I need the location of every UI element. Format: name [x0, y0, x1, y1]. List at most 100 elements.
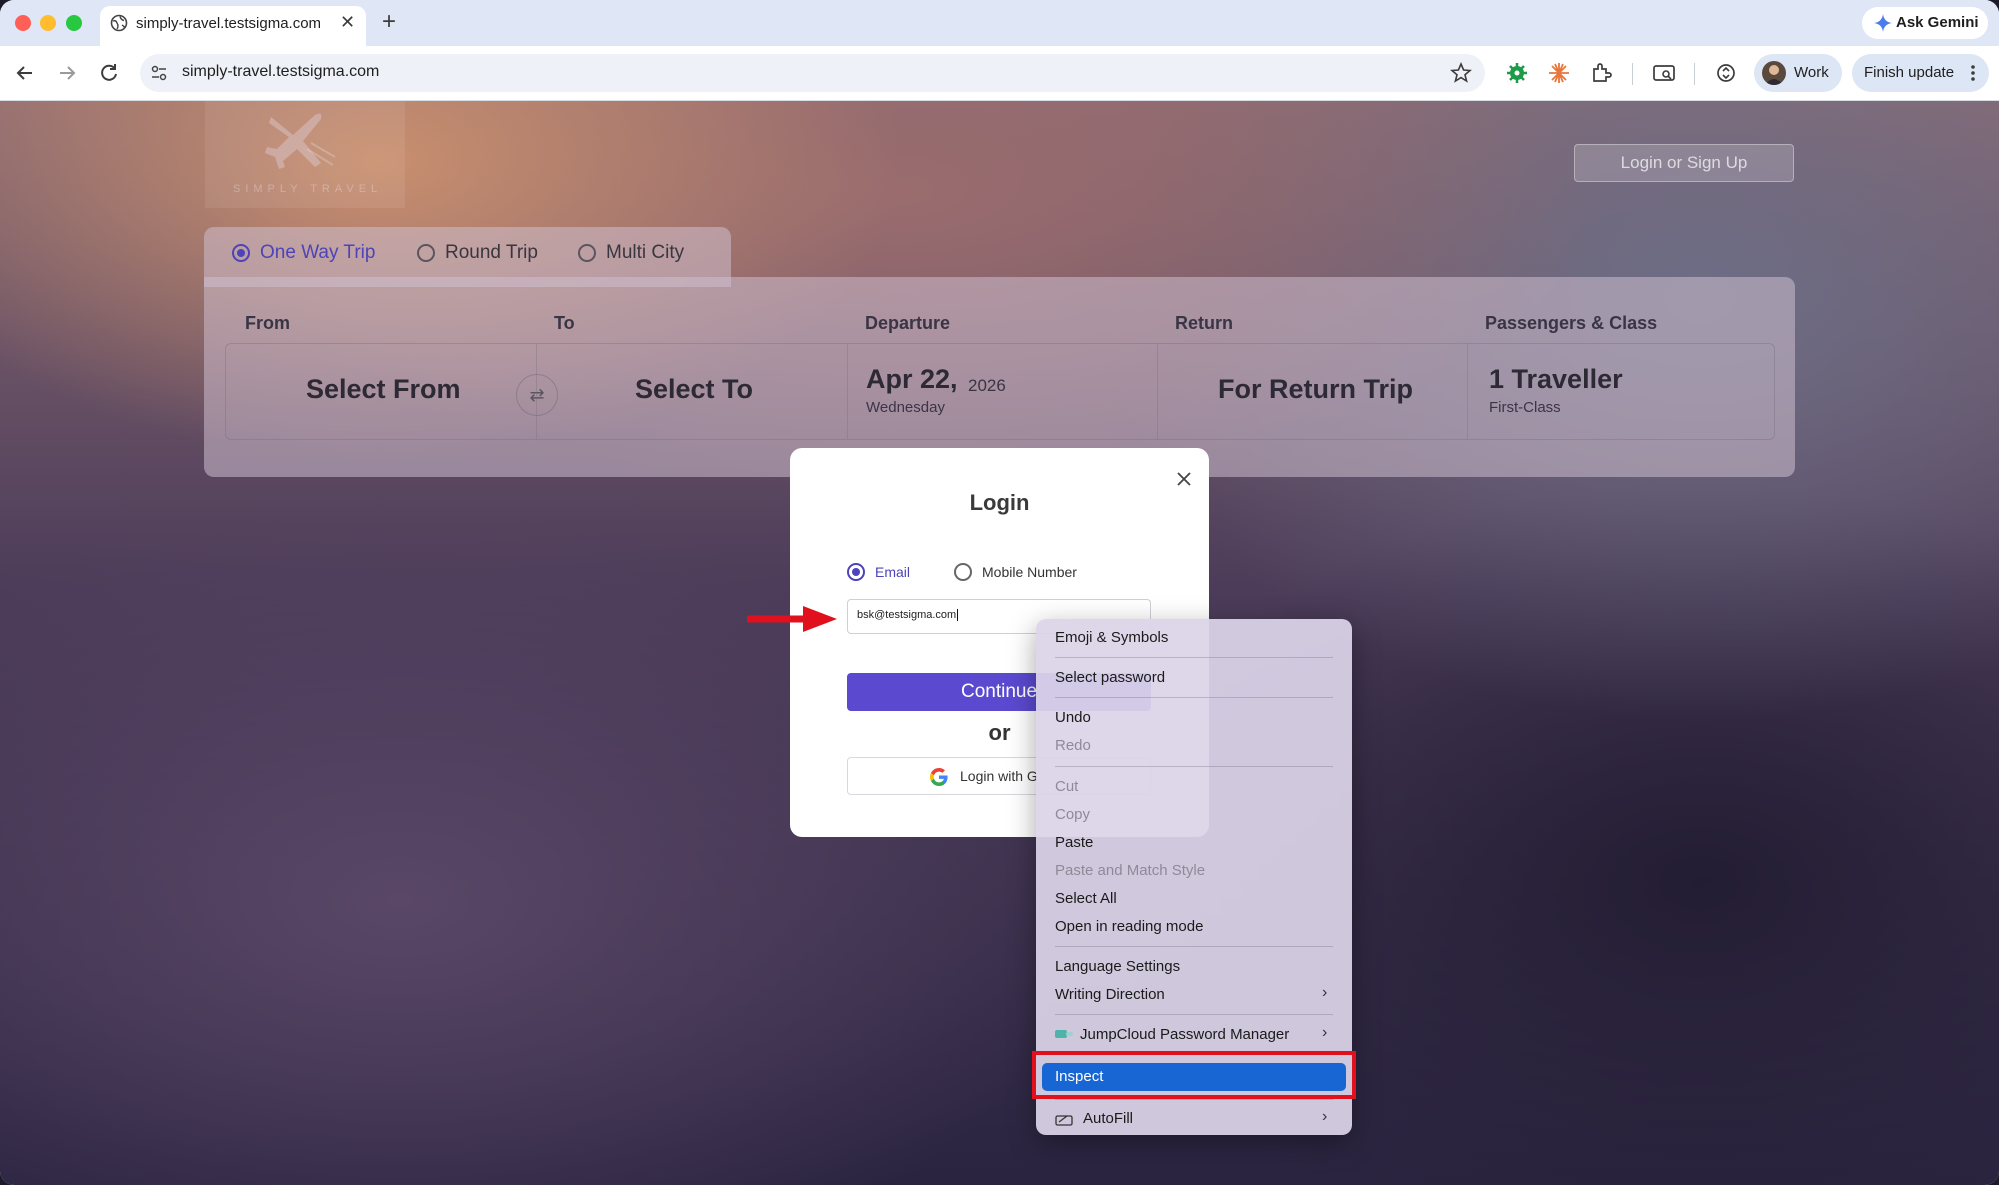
- one-way-label[interactable]: One Way Trip: [260, 242, 375, 264]
- menu-item-writing-direction[interactable]: Writing Direction: [1055, 986, 1165, 1003]
- passengers-label: Passengers & Class: [1485, 313, 1658, 333]
- departure-date: Apr 22,: [866, 364, 958, 394]
- menu-item-language-settings[interactable]: Language Settings: [1055, 958, 1180, 975]
- maximize-window-button[interactable]: [66, 15, 82, 31]
- tab-bar: simply-travel.testsigma.com ✕ + Ask Gemi…: [0, 0, 1999, 46]
- tab-close-icon[interactable]: ✕: [340, 12, 355, 33]
- minimize-window-button[interactable]: [40, 15, 56, 31]
- menu-separator: [1055, 766, 1333, 767]
- multi-city-radio[interactable]: [578, 244, 596, 262]
- ask-gemini-button[interactable]: Ask Gemini: [1862, 7, 1988, 39]
- menu-separator: [1055, 1099, 1333, 1100]
- multi-city-label[interactable]: Multi City: [606, 242, 684, 264]
- round-trip-radio[interactable]: [417, 244, 435, 262]
- menu-separator: [1055, 697, 1333, 698]
- site-logo[interactable]: SIMPLY TRAVEL: [205, 101, 405, 208]
- login-signup-button[interactable]: Login or Sign Up: [1574, 144, 1794, 182]
- site-info-icon[interactable]: [150, 64, 168, 82]
- reload-icon[interactable]: [96, 60, 122, 86]
- url-text: simply-travel.testsigma.com: [182, 63, 380, 80]
- menu-separator: [1055, 1014, 1333, 1015]
- departure-label: Departure: [865, 313, 951, 333]
- menu-item-autofill[interactable]: AutoFill: [1083, 1110, 1133, 1127]
- orange-burst-extension-icon[interactable]: [1547, 61, 1571, 85]
- flight-search-panel: From To Departure Return Passengers & Cl…: [204, 277, 1795, 477]
- traveller-count: 1 Traveller: [1489, 364, 1623, 394]
- puzzle-extensions-icon[interactable]: [1589, 61, 1613, 85]
- from-label: From: [245, 313, 290, 333]
- departure-field[interactable]: Apr 22, 2026 Wednesday: [848, 344, 1158, 439]
- finish-update-label: Finish update: [1864, 64, 1955, 81]
- travel-class: First-Class: [1489, 399, 1561, 416]
- menu-item-select-password[interactable]: Select password: [1055, 669, 1165, 686]
- forward-icon[interactable]: [54, 60, 80, 86]
- toolbar-separator: [1694, 63, 1695, 85]
- globe-icon: [110, 14, 128, 32]
- bookmark-star-icon[interactable]: [1450, 62, 1472, 84]
- new-tab-button[interactable]: +: [382, 8, 396, 36]
- close-window-button[interactable]: [15, 15, 31, 31]
- email-value: bsk@testsigma.com: [857, 609, 957, 621]
- menu-item-emoji-symbols[interactable]: Emoji & Symbols: [1055, 629, 1168, 646]
- return-value: For Return Trip: [1218, 374, 1413, 404]
- menu-item-redo: Redo: [1055, 737, 1091, 754]
- logo-text: SIMPLY TRAVEL: [233, 183, 383, 195]
- sync-icon[interactable]: [1714, 61, 1738, 85]
- menu-item-cut: Cut: [1055, 778, 1079, 795]
- menu-separator: [1055, 657, 1333, 658]
- ask-gemini-label: Ask Gemini: [1896, 14, 1979, 31]
- chevron-right-icon: ›: [1322, 1024, 1328, 1041]
- passengers-field[interactable]: 1 Traveller First-Class: [1468, 344, 1775, 439]
- menu-item-reading-mode[interactable]: Open in reading mode: [1055, 918, 1203, 935]
- menu-item-copy: Copy: [1055, 806, 1091, 823]
- to-field[interactable]: Select To: [537, 344, 847, 439]
- avatar: [1762, 61, 1786, 85]
- green-gear-extension-icon[interactable]: [1505, 61, 1529, 85]
- return-field[interactable]: For Return Trip: [1158, 344, 1468, 439]
- red-highlight-annotation: [1032, 1051, 1356, 1099]
- google-login-label: Login with G: [960, 768, 1038, 784]
- jumpcloud-icon: [1055, 1030, 1073, 1038]
- finish-update-button[interactable]: Finish update: [1852, 54, 1989, 92]
- menu-item-undo[interactable]: Undo: [1055, 709, 1091, 726]
- text-cursor: [957, 609, 959, 621]
- return-label: Return: [1175, 313, 1233, 333]
- mobile-radio[interactable]: [954, 563, 972, 581]
- modal-title: Login: [969, 490, 1030, 515]
- back-icon[interactable]: [12, 60, 38, 86]
- menu-separator: [1055, 946, 1333, 947]
- close-icon[interactable]: [1174, 469, 1194, 489]
- address-bar[interactable]: simply-travel.testsigma.com: [140, 54, 1485, 92]
- person-icon: [1765, 65, 1783, 85]
- browser-tab[interactable]: simply-travel.testsigma.com ✕: [100, 6, 366, 46]
- toolbar-separator: [1632, 63, 1633, 85]
- email-option-label[interactable]: Email: [875, 564, 910, 580]
- chevron-right-icon: ›: [1322, 1108, 1328, 1125]
- red-arrow-annotation: [747, 606, 837, 632]
- kebab-menu-icon[interactable]: [1970, 64, 1976, 82]
- round-trip-label[interactable]: Round Trip: [445, 242, 538, 264]
- menu-item-jumpcloud[interactable]: JumpCloud Password Manager: [1080, 1026, 1289, 1043]
- menu-item-paste-match-style: Paste and Match Style: [1055, 862, 1206, 879]
- profile-label: Work: [1794, 64, 1829, 81]
- one-way-radio[interactable]: [232, 244, 250, 262]
- from-field[interactable]: Select From: [226, 344, 536, 439]
- from-value: Select From: [306, 374, 461, 404]
- profile-button[interactable]: Work: [1754, 54, 1842, 92]
- chevron-right-icon: ›: [1322, 984, 1328, 1001]
- tab-title: simply-travel.testsigma.com: [136, 15, 322, 32]
- to-label: To: [554, 313, 575, 333]
- browser-window: simply-travel.testsigma.com ✕ + Ask Gemi…: [0, 0, 1999, 1185]
- mobile-option-label[interactable]: Mobile Number: [982, 564, 1077, 580]
- gemini-sparkle-icon: [1874, 14, 1892, 32]
- autofill-icon: [1055, 1115, 1073, 1126]
- email-radio[interactable]: [847, 563, 865, 581]
- menu-item-select-all[interactable]: Select All: [1055, 890, 1117, 907]
- google-icon: [930, 768, 948, 786]
- search-fields: Select From ⇄ Select To Apr 22, 2026 Wed…: [225, 343, 1775, 440]
- airplane-icon: [265, 113, 336, 169]
- tab-search-icon[interactable]: [1652, 61, 1676, 85]
- to-value: Select To: [635, 374, 754, 404]
- departure-day: Wednesday: [866, 399, 945, 416]
- menu-item-paste[interactable]: Paste: [1055, 834, 1093, 851]
